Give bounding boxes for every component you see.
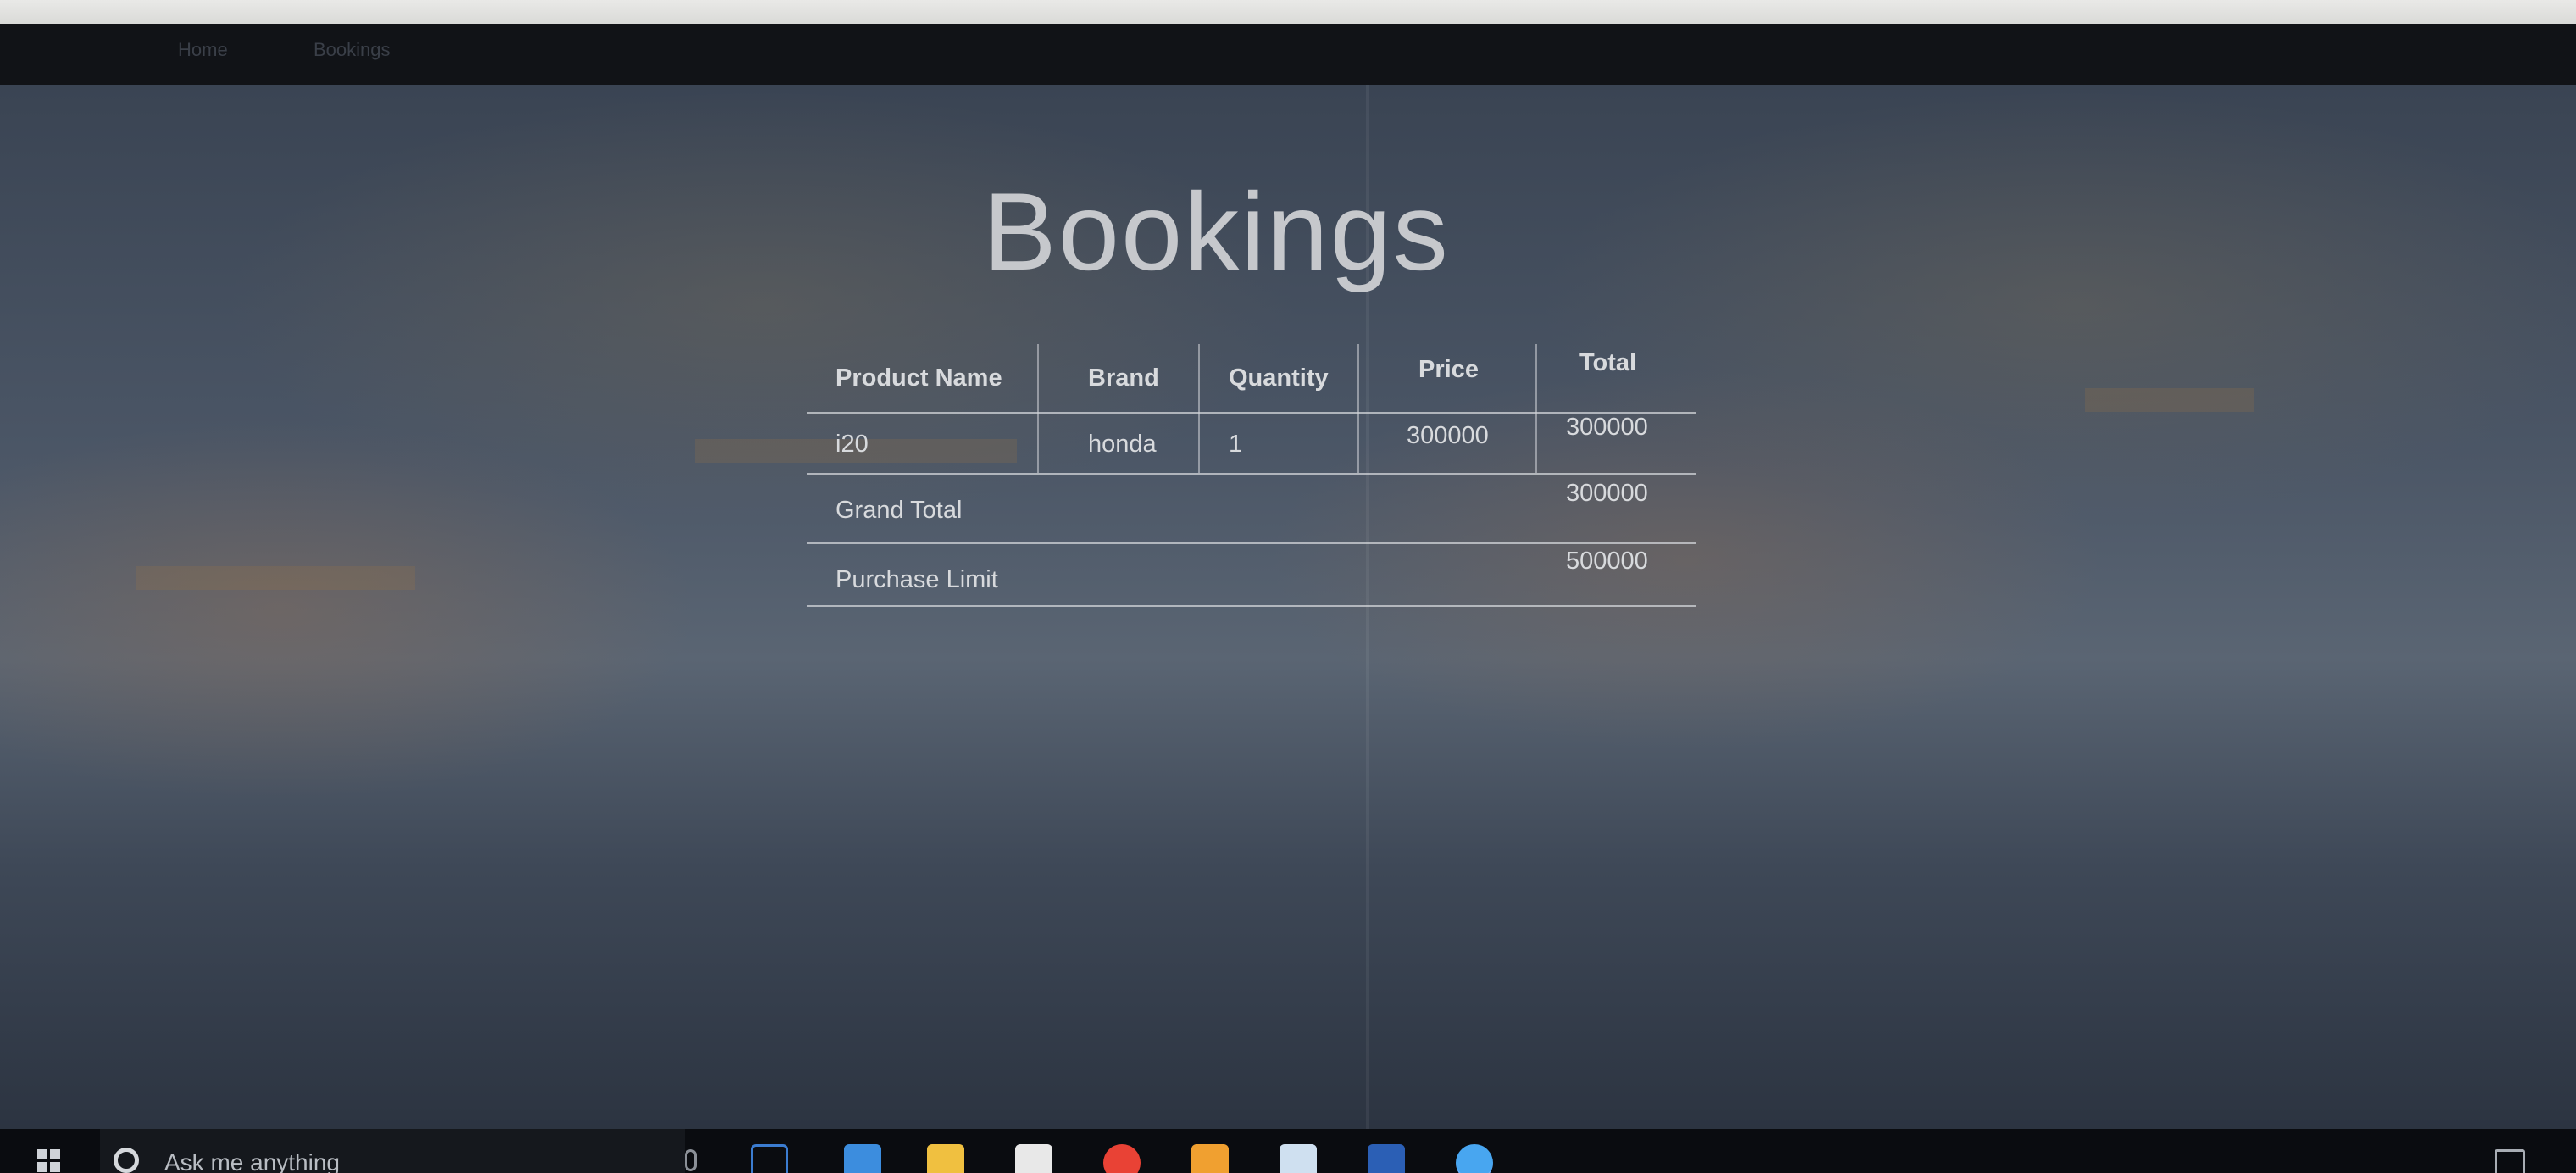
browser-nav-bar: Home Bookings (0, 24, 2576, 85)
notification-icon[interactable] (2495, 1149, 2525, 1173)
microphone-icon[interactable] (685, 1149, 697, 1171)
app-icon[interactable] (1280, 1144, 1317, 1173)
table-divider (807, 412, 1696, 414)
column-header: Brand (1088, 364, 1159, 392)
table-divider (807, 542, 1696, 544)
column-header: Total (1579, 349, 1637, 376)
total-cell: 300000 (1566, 414, 1648, 441)
edge-icon[interactable] (844, 1144, 881, 1173)
product-name-cell: i20 (836, 431, 869, 458)
table-divider (1037, 344, 1039, 473)
price-cell: 300000 (1407, 422, 1489, 449)
purchase-limit-value: 500000 (1566, 548, 1648, 575)
table-divider (1357, 344, 1359, 473)
table-divider (807, 605, 1696, 607)
windows-start-icon[interactable] (37, 1149, 61, 1173)
screen: Home Bookings Bookings Product Name Bran… (0, 24, 2576, 1173)
shelf-decoration (136, 566, 415, 590)
table-divider (1535, 344, 1537, 473)
chrome-icon[interactable] (1103, 1144, 1141, 1173)
internet-explorer-icon[interactable] (1456, 1144, 1493, 1173)
nav-home-link[interactable]: Home (178, 39, 228, 61)
nav-bookings-link[interactable]: Bookings (314, 39, 391, 61)
bookings-table: Product Name Brand Quantity Price Total … (807, 327, 1696, 607)
purchase-limit-label: Purchase Limit (836, 566, 998, 593)
column-header: Quantity (1229, 364, 1329, 392)
quantity-cell: 1 (1229, 431, 1243, 458)
search-placeholder: Ask me anything (164, 1149, 340, 1173)
windows-taskbar: Ask me anything (0, 1129, 2576, 1173)
grand-total-value: 300000 (1566, 480, 1648, 507)
cortana-icon (114, 1148, 139, 1173)
table-divider (807, 473, 1696, 475)
grand-total-label: Grand Total (836, 497, 963, 524)
word-icon[interactable] (1368, 1144, 1405, 1173)
table-divider (1198, 344, 1200, 473)
paint-icon[interactable] (1191, 1144, 1229, 1173)
store-icon[interactable] (1015, 1144, 1052, 1173)
file-explorer-icon[interactable] (927, 1144, 964, 1173)
page-title: Bookings (983, 170, 1450, 293)
brand-cell: honda (1088, 431, 1157, 458)
shelf-decoration (2085, 388, 2254, 412)
task-view-icon[interactable] (751, 1144, 788, 1173)
column-header: Price (1418, 356, 1479, 383)
cortana-search-box[interactable]: Ask me anything (100, 1129, 697, 1173)
column-header: Product Name (836, 364, 1002, 392)
